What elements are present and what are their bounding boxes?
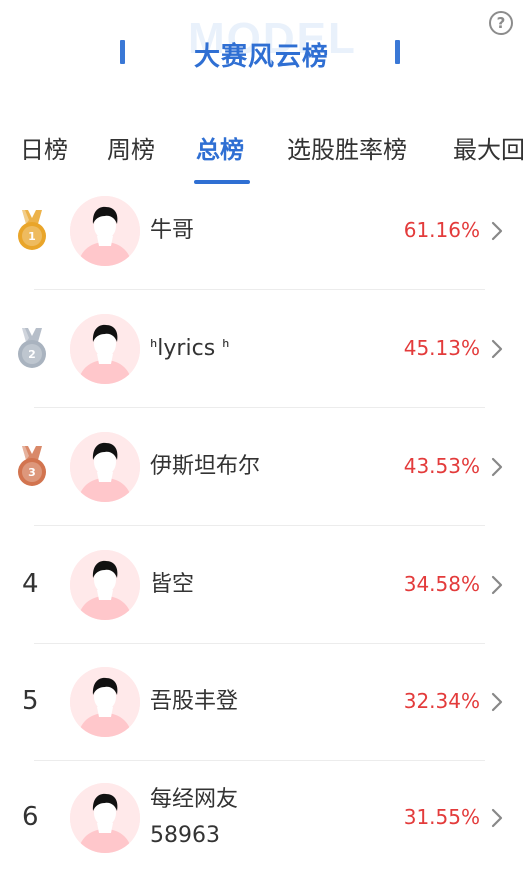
chevron-right-icon[interactable]: [490, 456, 504, 478]
return-percent: 34.58%: [403, 572, 480, 596]
rank-number: 5: [22, 686, 39, 716]
user-name: 皆空: [150, 572, 195, 597]
user-name: 伊斯坦布尔: [150, 454, 261, 479]
page-title: 大赛风云榜: [193, 42, 329, 72]
return-percent: 45.13%: [403, 336, 480, 360]
user-name: 吾股丰登: [150, 689, 239, 714]
return-percent: 61.16%: [403, 218, 480, 242]
rank-number: 4: [22, 569, 39, 599]
svg-text:1: 1: [28, 230, 36, 243]
user-name: 牛哥: [150, 218, 195, 243]
rank-number: 6: [22, 801, 39, 832]
help-icon[interactable]: ?: [489, 11, 513, 35]
avatar[interactable]: [70, 550, 140, 620]
bronze-medal-icon: 3: [16, 446, 48, 488]
ranking-row[interactable]: 3 伊斯坦布尔 43.53%: [0, 408, 523, 526]
return-percent: 31.55%: [403, 804, 480, 829]
ranking-row[interactable]: 6 每经网友 58963 31.55%: [0, 760, 523, 875]
chevron-right-icon[interactable]: [490, 691, 504, 713]
avatar[interactable]: [70, 314, 140, 384]
ranking-row[interactable]: 1 牛哥 61.16%: [0, 172, 523, 290]
avatar[interactable]: [70, 782, 140, 853]
user-name: ᑋlyrics ᑋ: [150, 336, 230, 361]
user-name: 每经网友 58963: [150, 786, 239, 848]
svg-text:3: 3: [28, 466, 36, 479]
chevron-right-icon[interactable]: [490, 338, 504, 360]
silver-medal-icon: 2: [16, 328, 48, 370]
avatar[interactable]: [70, 196, 140, 266]
chevron-right-icon[interactable]: [490, 220, 504, 242]
ranking-row[interactable]: 2 ᑋlyrics ᑋ 45.13%: [0, 290, 523, 408]
avatar[interactable]: [70, 432, 140, 502]
return-percent: 43.53%: [403, 454, 480, 478]
ranking-row[interactable]: 5 吾股丰登 32.34%: [0, 643, 523, 761]
avatar[interactable]: [70, 667, 140, 737]
svg-text:2: 2: [28, 348, 36, 361]
title-bar-right: [395, 40, 400, 64]
gold-medal-icon: 1: [16, 210, 48, 252]
chevron-right-icon[interactable]: [490, 574, 504, 596]
chevron-right-icon[interactable]: [490, 807, 504, 829]
return-percent: 32.34%: [403, 689, 480, 713]
ranking-row[interactable]: 4 皆空 34.58%: [0, 526, 523, 644]
header: MODEL 大赛风云榜 ?: [0, 0, 523, 110]
